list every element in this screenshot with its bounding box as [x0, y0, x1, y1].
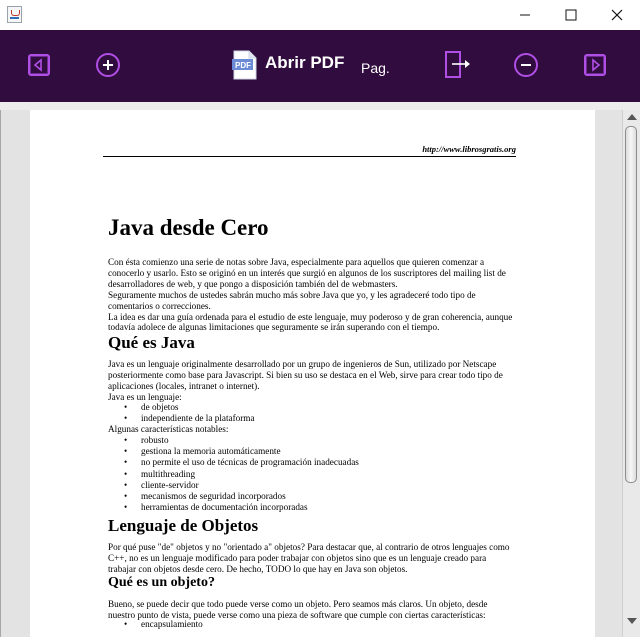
section1-line: posteriormente como base para Javascript…	[108, 369, 503, 380]
scrollbar-track[interactable]	[625, 584, 637, 612]
zoom-in-icon	[103, 60, 113, 70]
section1-paragraph: Java es un lenguaje originalmente desarr…	[108, 359, 528, 403]
close-button[interactable]	[594, 0, 640, 30]
java-app-icon	[7, 6, 22, 23]
pdf-file-icon: PDF	[232, 50, 257, 80]
intro-line: Seguramente muchos de ustedes sabrán muc…	[108, 289, 476, 300]
intro-line: comentarios o correcciones.	[108, 300, 211, 311]
previous-page-button[interactable]	[28, 54, 50, 76]
section2-paragraph: Por qué puse "de" objetos y no "orientad…	[108, 542, 528, 575]
section2-line: Por qué puse "de" objetos y no "orientad…	[108, 542, 510, 552]
next-page-icon	[592, 58, 601, 72]
close-icon	[611, 9, 623, 21]
vertical-scrollbar[interactable]	[622, 110, 640, 637]
section1-line: Java es un lenguaje originalmente desarr…	[108, 359, 497, 369]
scroll-up-arrow-icon[interactable]	[627, 114, 637, 120]
intro-paragraph: Con ésta comienzo una serie de notas sob…	[108, 257, 528, 333]
scroll-down-arrow-icon[interactable]	[627, 618, 637, 624]
section1-line: aplicaciones (locales, intranet o intern…	[108, 380, 260, 391]
features-label: Algunas características notables:	[108, 424, 229, 434]
previous-page-icon	[33, 58, 42, 72]
intro-line: La idea es dar una guía ordenada para el…	[108, 311, 513, 322]
intro-line: conocerlo y usarlo. Esto se originó en u…	[108, 267, 506, 278]
object-traits-list: encapsulamiento	[108, 619, 203, 630]
section-heading-que-es-java: Qué es Java	[108, 333, 195, 352]
page-header-url: http://www.librosgratis.org	[422, 144, 516, 154]
maximize-button[interactable]	[548, 0, 594, 30]
page-header-rule	[103, 156, 516, 157]
list-item: mecanismos de seguridad incorporados	[108, 491, 359, 502]
scrollbar-thumb[interactable]	[625, 126, 637, 483]
pdf-icon-text: PDF	[235, 61, 251, 70]
intro-line: todavía adolece de algunas limitaciones …	[108, 322, 440, 333]
zoom-out-icon	[521, 64, 531, 66]
minimize-icon	[520, 14, 530, 16]
list-item: robusto	[108, 435, 359, 446]
document-title: Java desde Cero	[108, 215, 269, 240]
open-pdf-label: Abrir PDF	[265, 53, 345, 72]
toolbar-separator	[0, 102, 640, 110]
section3-line: Bueno, se puede decir que todo puede ver…	[108, 599, 488, 609]
go-to-page-icon	[445, 51, 470, 78]
list-item: independiente de la plataforma	[108, 413, 255, 424]
features-list: robusto gestiona la memoria automáticame…	[108, 435, 359, 514]
section1-line: Java es un lenguaje:	[108, 391, 182, 402]
go-to-page-button[interactable]	[445, 51, 471, 79]
pdf-page: http://www.librosgratis.org Java desde C…	[30, 110, 595, 637]
section-heading-lenguaje-de-objetos: Lenguaje de Objetos	[108, 516, 259, 535]
list-item: multithreading	[108, 469, 359, 480]
intro-line: desarrolladores de web, y que pongo a di…	[108, 278, 398, 289]
zoom-in-button[interactable]	[96, 53, 120, 77]
section2-line: C++, no es un lenguaje modificado para p…	[108, 552, 487, 563]
list-item: no permite el uso de técnicas de program…	[108, 457, 359, 468]
list-item: cliente-servidor	[108, 480, 359, 491]
section2-line: trabajar con objetos desde cero. De hech…	[108, 563, 408, 574]
section-heading-que-es-un-objeto: Qué es un objeto?	[108, 575, 215, 590]
intro-line: Con ésta comienzo una serie de notas sob…	[108, 257, 485, 267]
list-item: encapsulamiento	[108, 619, 203, 630]
minimize-button[interactable]	[502, 0, 548, 30]
list-item: de objetos	[108, 402, 255, 413]
list-item: gestiona la memoria automáticamente	[108, 446, 359, 457]
section3-paragraph: Bueno, se puede decir que todo puede ver…	[108, 599, 528, 621]
maximize-icon	[565, 9, 577, 21]
list-item: herramientas de documentación incorporad…	[108, 502, 359, 513]
page-label: Pag.	[361, 60, 390, 76]
language-list: de objetos independiente de la plataform…	[108, 402, 255, 425]
next-page-button[interactable]	[584, 54, 606, 76]
zoom-out-button[interactable]	[514, 53, 538, 77]
window-title-bar	[0, 0, 640, 30]
